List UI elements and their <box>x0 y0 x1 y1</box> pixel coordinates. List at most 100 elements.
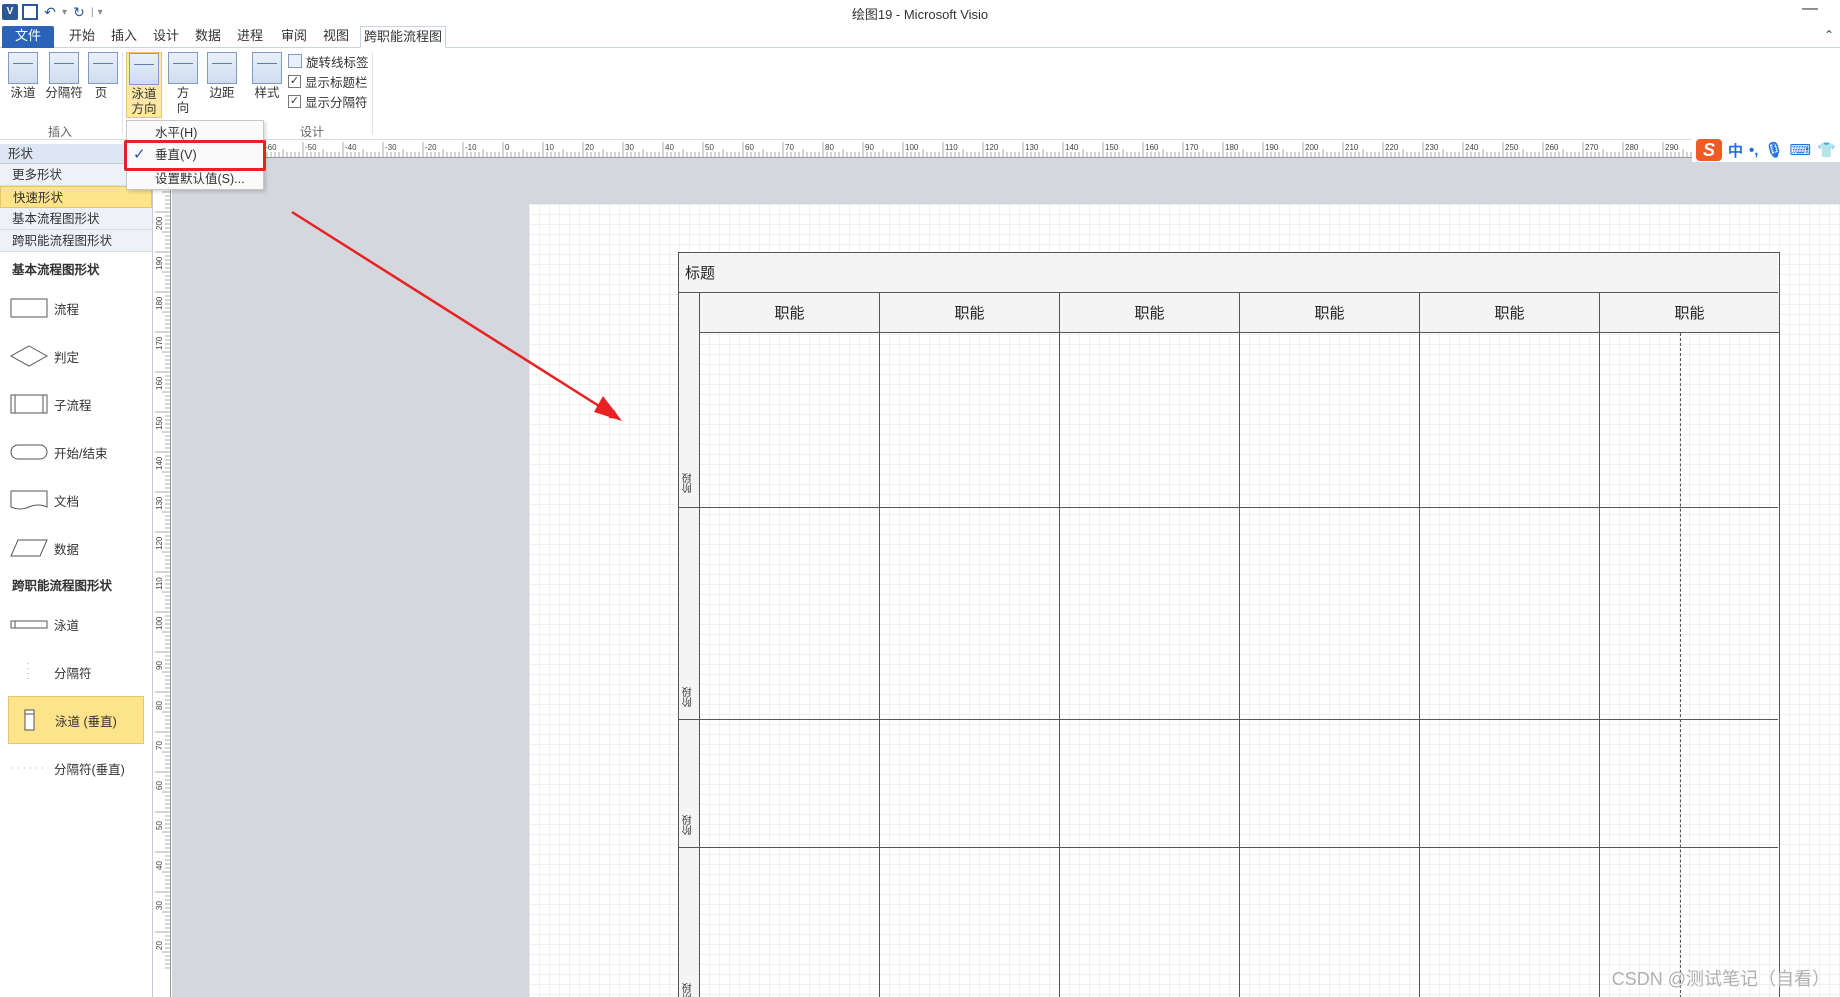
ruler-label: 180 <box>1225 143 1239 152</box>
insert-swimlane-button[interactable]: 泳道 <box>6 52 40 101</box>
shape-start-end[interactable]: 开始/结束 <box>0 428 152 476</box>
ruler-label: 190 <box>155 256 164 270</box>
show-title-bar-checkbox[interactable]: ✓ <box>288 74 301 88</box>
keyboard-icon[interactable]: ⌨ <box>1789 141 1811 159</box>
vertical-swimlane-shape-icon <box>11 709 49 731</box>
mic-icon[interactable]: 🎙 <box>1764 141 1783 159</box>
swimlane-border <box>1419 293 1420 997</box>
skin-icon[interactable]: 👕 <box>1817 141 1836 159</box>
group-separator <box>372 52 373 134</box>
ruler-label: 30 <box>625 143 634 152</box>
phase-label[interactable]: 阶段 <box>681 687 697 707</box>
separator-shape-icon <box>10 661 48 683</box>
minimize-button[interactable]: — <box>1802 0 1818 18</box>
phase-label[interactable]: 阶段 <box>681 815 697 835</box>
ruler-label: 120 <box>155 536 164 550</box>
tab-design[interactable]: 设计 <box>148 26 184 48</box>
shape-separator[interactable]: 分隔符 <box>0 648 152 696</box>
insert-page-button[interactable]: 页 <box>88 52 118 101</box>
tab-process[interactable]: 进程 <box>232 26 268 48</box>
ruler-label: 240 <box>1465 143 1479 152</box>
shape-decision-label: 判定 <box>54 350 80 365</box>
style-button[interactable]: 样式 <box>250 52 284 101</box>
lane-direction-label-2: 方向 <box>131 102 157 116</box>
lane-header[interactable]: 职能 <box>879 293 1059 333</box>
ruler-label: 260 <box>1545 143 1559 152</box>
ribbon-collapse-icon[interactable]: ⌃ <box>1824 28 1834 42</box>
shape-swimlane-vertical[interactable]: 泳道 (垂直) <box>8 696 144 744</box>
drawing-canvas[interactable]: 标题 职能 职能 职能 职能 职能 职能 阶段 阶段 阶段 阶段 <box>172 158 1840 997</box>
tab-insert[interactable]: 插入 <box>106 26 142 48</box>
cross-functional-flowchart[interactable]: 标题 职能 职能 职能 职能 职能 职能 阶段 阶段 阶段 阶段 <box>678 252 1780 997</box>
ruler-label: 130 <box>155 496 164 510</box>
phase-separator[interactable] <box>679 719 1778 720</box>
tab-home[interactable]: 开始 <box>64 26 100 48</box>
insert-separator-button[interactable]: 分隔符 <box>44 52 84 101</box>
show-title-bar-label: 显示标题栏 <box>305 75 368 90</box>
group-label-design: 设计 <box>300 125 325 139</box>
shape-process[interactable]: 流程 <box>0 284 152 332</box>
shape-subprocess-label: 子流程 <box>54 398 92 413</box>
phase-separator[interactable] <box>679 847 1778 848</box>
ruler-label: 30 <box>155 901 164 910</box>
margins-icon <box>207 52 237 84</box>
rotate-line-labels-label: 旋转线标签 <box>306 55 369 70</box>
ruler-label: 70 <box>785 143 794 152</box>
swimlane-icon <box>8 52 38 84</box>
shape-separator-vertical[interactable]: 分隔符(垂直) <box>0 744 152 792</box>
tab-view[interactable]: 视图 <box>318 26 354 48</box>
ruler-label: 90 <box>865 143 874 152</box>
show-separators-label: 显示分隔符 <box>305 95 368 110</box>
phase-label[interactable]: 阶段 <box>681 473 697 493</box>
shape-data[interactable]: 数据 <box>0 524 152 572</box>
nav-cross-functional-shapes[interactable]: 跨职能流程图形状 <box>0 230 152 252</box>
phase-label[interactable]: 阶段 <box>681 983 697 997</box>
ruler-label: -20 <box>425 143 437 152</box>
shape-subprocess[interactable]: 子流程 <box>0 380 152 428</box>
tab-file[interactable]: 文件 <box>2 26 54 48</box>
data-shape-icon <box>10 537 48 559</box>
lane-header[interactable]: 职能 <box>1239 293 1419 333</box>
vertical-separator-shape-icon <box>10 757 48 779</box>
lane-header[interactable]: 职能 <box>699 293 879 333</box>
lane-direction-button[interactable]: 泳道 方向 <box>126 52 162 118</box>
ruler-label: 160 <box>155 376 164 390</box>
margins-button[interactable]: 边距 <box>204 52 240 101</box>
ruler-label: 190 <box>1265 143 1279 152</box>
show-separators-option[interactable]: ✓ 显示分隔符 <box>288 92 368 110</box>
ruler-label: 210 <box>1345 143 1359 152</box>
diagram-title[interactable]: 标题 <box>679 253 1778 293</box>
direction-label-1: 方 <box>176 86 190 100</box>
ruler-label: 60 <box>745 143 754 152</box>
menu-item-set-default[interactable]: 设置默认值(S)... <box>127 169 263 189</box>
rotate-line-labels-option[interactable]: 旋转线标签 <box>288 52 369 70</box>
decision-shape-icon <box>10 345 48 367</box>
show-title-bar-option[interactable]: ✓ 显示标题栏 <box>288 72 368 90</box>
phase-separator[interactable] <box>679 507 1778 508</box>
menu-item-horizontal-label: 水平(H) <box>155 126 198 140</box>
ruler-label: 100 <box>905 143 919 152</box>
nav-basic-flowchart-shapes[interactable]: 基本流程图形状 <box>0 208 152 230</box>
ime-language-button[interactable]: 中 <box>1728 140 1743 161</box>
tab-cross-functional-flowchart[interactable]: 跨职能流程图 <box>360 26 446 48</box>
group-label-insert: 插入 <box>48 125 73 139</box>
direction-button[interactable]: 方 向 <box>168 52 198 116</box>
vertical-ruler-ticks: 2102001901801701601501401301201101009080… <box>155 171 170 969</box>
sogou-logo-icon[interactable]: S <box>1696 139 1722 161</box>
tab-data[interactable]: 数据 <box>190 26 226 48</box>
ime-punctuation-button[interactable]: •, <box>1749 142 1758 159</box>
ruler-label: 130 <box>1025 143 1039 152</box>
style-label: 样式 <box>254 86 280 100</box>
lane-header[interactable]: 职能 <box>1599 293 1779 333</box>
menu-item-set-default-label: 设置默认值(S)... <box>155 172 245 186</box>
lane-header[interactable]: 职能 <box>1419 293 1599 333</box>
shape-swimlane[interactable]: 泳道 <box>0 600 152 648</box>
drawing-page[interactable]: 标题 职能 职能 职能 职能 职能 职能 阶段 阶段 阶段 阶段 <box>529 204 1840 997</box>
shape-data-label: 数据 <box>54 542 80 557</box>
shape-document[interactable]: 文档 <box>0 476 152 524</box>
show-separators-checkbox[interactable]: ✓ <box>288 94 301 108</box>
lane-header[interactable]: 职能 <box>1059 293 1239 333</box>
tab-review[interactable]: 审阅 <box>276 26 312 48</box>
shape-decision[interactable]: 判定 <box>0 332 152 380</box>
ruler-label: 80 <box>155 701 164 710</box>
